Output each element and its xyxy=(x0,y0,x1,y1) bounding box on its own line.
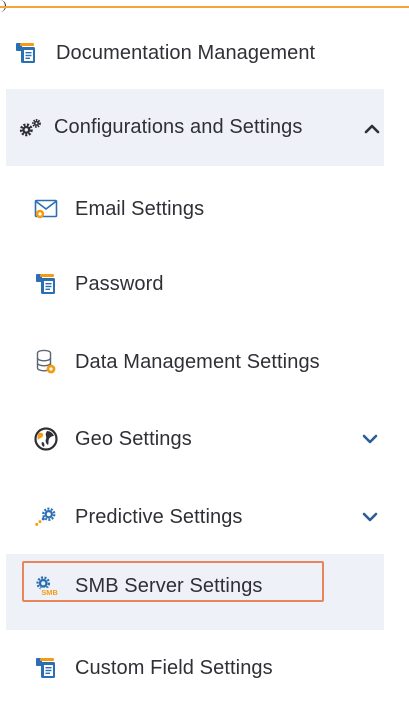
menu-item-smb-server-settings[interactable]: SMB SMB Server Settings xyxy=(6,554,384,630)
chevron-down-icon[interactable] xyxy=(361,430,379,448)
chevron-up-icon[interactable] xyxy=(363,119,381,137)
menu-item-label: Custom Field Settings xyxy=(75,656,273,679)
menu-item-label: Predictive Settings xyxy=(75,505,243,528)
menu-item-label: Configurations and Settings xyxy=(54,116,303,138)
custom-field-icon xyxy=(34,656,58,680)
email-settings-icon xyxy=(34,197,58,221)
menu-item-email-settings[interactable]: Email Settings xyxy=(6,188,384,230)
top-accent-rule xyxy=(0,6,409,8)
password-icon xyxy=(34,272,58,296)
menu-item-label: Data Management Settings xyxy=(75,350,320,373)
predictive-icon xyxy=(34,505,58,529)
menu-item-data-management-settings[interactable]: Data Management Settings xyxy=(6,341,384,383)
menu-item-label: Email Settings xyxy=(75,197,205,220)
smb-server-icon: SMB xyxy=(34,574,58,598)
menu-item-configurations-and-settings[interactable]: Configurations and Settings xyxy=(6,89,384,166)
menu-item-password[interactable]: Password xyxy=(6,263,384,305)
database-settings-icon xyxy=(34,349,58,374)
menu-item-label: Documentation Management xyxy=(56,41,316,64)
globe-icon xyxy=(34,427,58,451)
menu-item-documentation-management[interactable]: Documentation Management xyxy=(6,32,384,74)
chevron-down-icon[interactable] xyxy=(361,508,379,526)
gears-icon xyxy=(18,116,42,140)
menu-item-predictive-settings[interactable]: Predictive Settings xyxy=(6,496,384,538)
menu-item-label: Password xyxy=(75,272,164,295)
menu-item-geo-settings[interactable]: Geo Settings xyxy=(6,418,384,460)
menu-item-label: SMB Server Settings xyxy=(75,574,263,597)
documentation-icon xyxy=(14,41,38,65)
menu-item-custom-field-settings[interactable]: Custom Field Settings xyxy=(6,647,384,689)
svg-text:SMB: SMB xyxy=(41,588,57,597)
menu-item-label: Geo Settings xyxy=(75,427,192,450)
